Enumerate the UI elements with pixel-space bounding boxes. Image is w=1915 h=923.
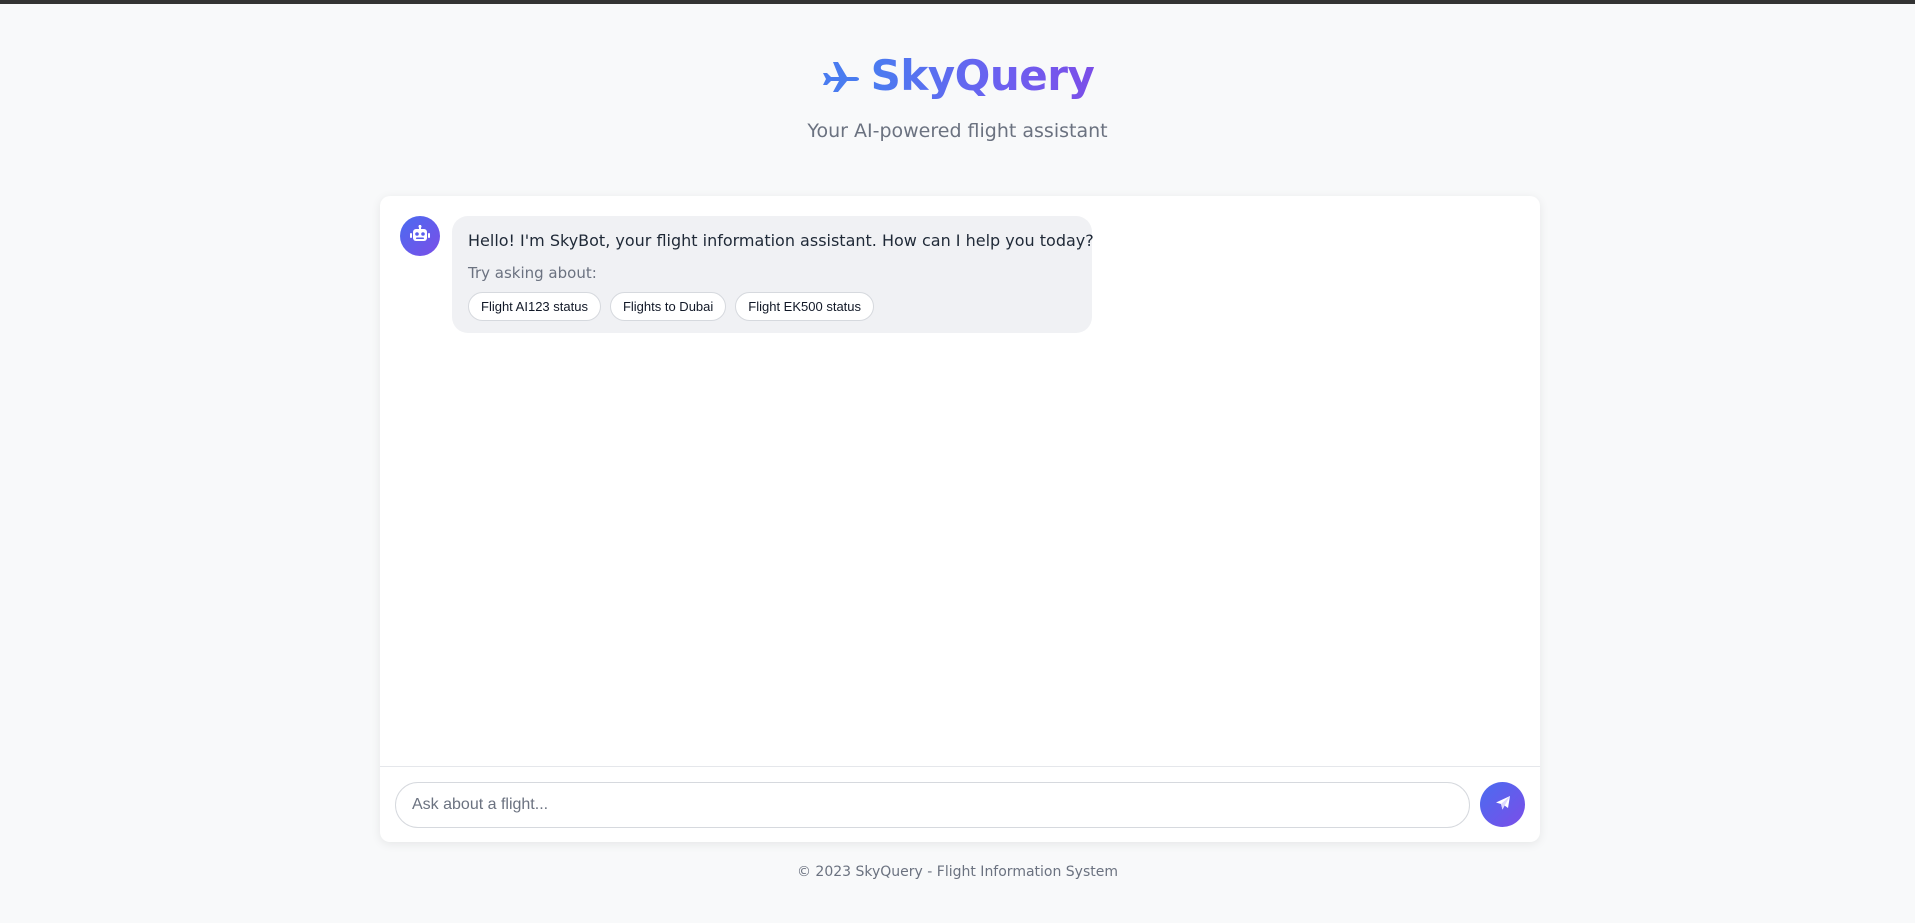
suggestion-chips: Flight AI123 status Flights to Dubai Fli… — [468, 292, 1076, 321]
message-text: Hello! I'm SkyBot, your flight informati… — [468, 231, 1094, 250]
app-subtitle: Your AI-powered flight assistant — [807, 120, 1108, 142]
top-bar — [0, 0, 1915, 4]
bot-avatar — [400, 216, 440, 256]
suggestion-chip-ai123[interactable]: Flight AI123 status — [468, 292, 601, 321]
airplane-icon — [821, 58, 861, 94]
robot-icon — [410, 225, 430, 247]
message-bubble: Hello! I'm SkyBot, your flight informati… — [452, 216, 1094, 333]
suggestion-chip-ek500[interactable]: Flight EK500 status — [735, 292, 875, 321]
chat-input-bar — [380, 766, 1540, 842]
paper-plane-icon — [1495, 795, 1511, 814]
message-list: Hello! I'm SkyBot, your flight informati… — [380, 196, 1540, 766]
brand: SkyQuery — [821, 44, 1095, 108]
chat-container: Hello! I'm SkyBot, your flight informati… — [380, 196, 1540, 842]
app-title: SkyQuery — [871, 44, 1095, 108]
suggestions-label: Try asking about: — [468, 264, 597, 282]
page-footer: © 2023 SkyQuery - Flight Information Sys… — [796, 864, 1119, 880]
bot-message: Hello! I'm SkyBot, your flight informati… — [400, 216, 1520, 333]
suggestion-chip-dubai[interactable]: Flights to Dubai — [609, 292, 727, 321]
chat-input[interactable] — [395, 781, 1470, 828]
page-header: SkyQuery Your AI-powered flight assistan… — [0, 44, 1915, 142]
send-button[interactable] — [1480, 782, 1525, 827]
